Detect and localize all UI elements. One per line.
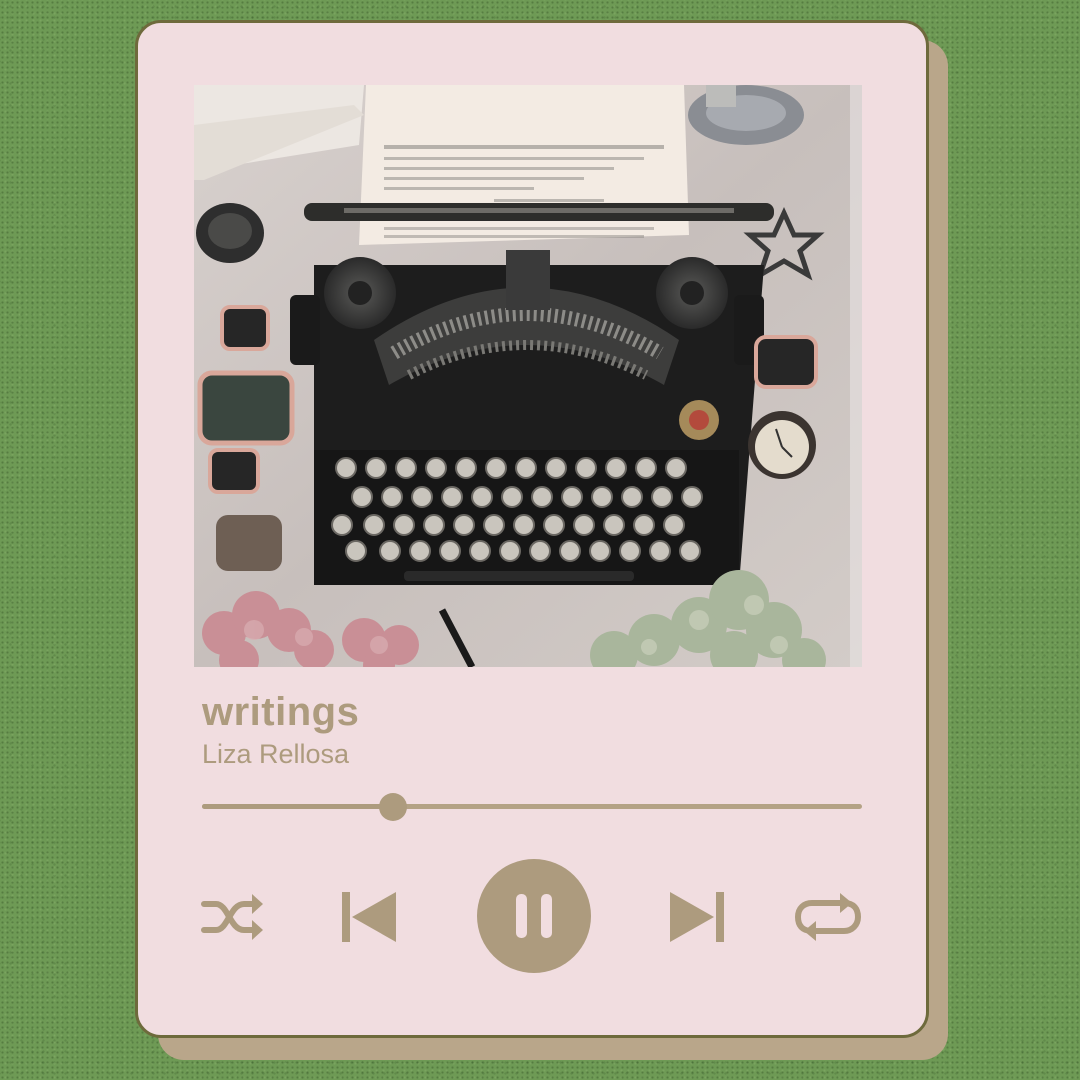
- skip-next-icon: [670, 892, 724, 942]
- skip-previous-icon: [342, 892, 396, 942]
- progress-bar[interactable]: [202, 793, 862, 821]
- progress-knob[interactable]: [379, 793, 408, 821]
- pause-button[interactable]: [477, 859, 591, 973]
- progress-fill: [202, 804, 394, 809]
- repeat-button[interactable]: [792, 891, 864, 943]
- previous-button[interactable]: [338, 887, 400, 947]
- next-button[interactable]: [666, 887, 728, 947]
- shuffle-icon: [201, 894, 263, 940]
- track-title: writings: [202, 690, 360, 734]
- shuffle-button[interactable]: [198, 889, 266, 945]
- pause-icon: [516, 894, 552, 938]
- album-cover: [194, 85, 862, 667]
- repeat-icon: [795, 893, 861, 941]
- track-artist: Liza Rellosa: [202, 739, 350, 769]
- music-player-card: writings Liza Rellosa: [135, 20, 929, 1038]
- typewriter-artwork: [194, 85, 862, 667]
